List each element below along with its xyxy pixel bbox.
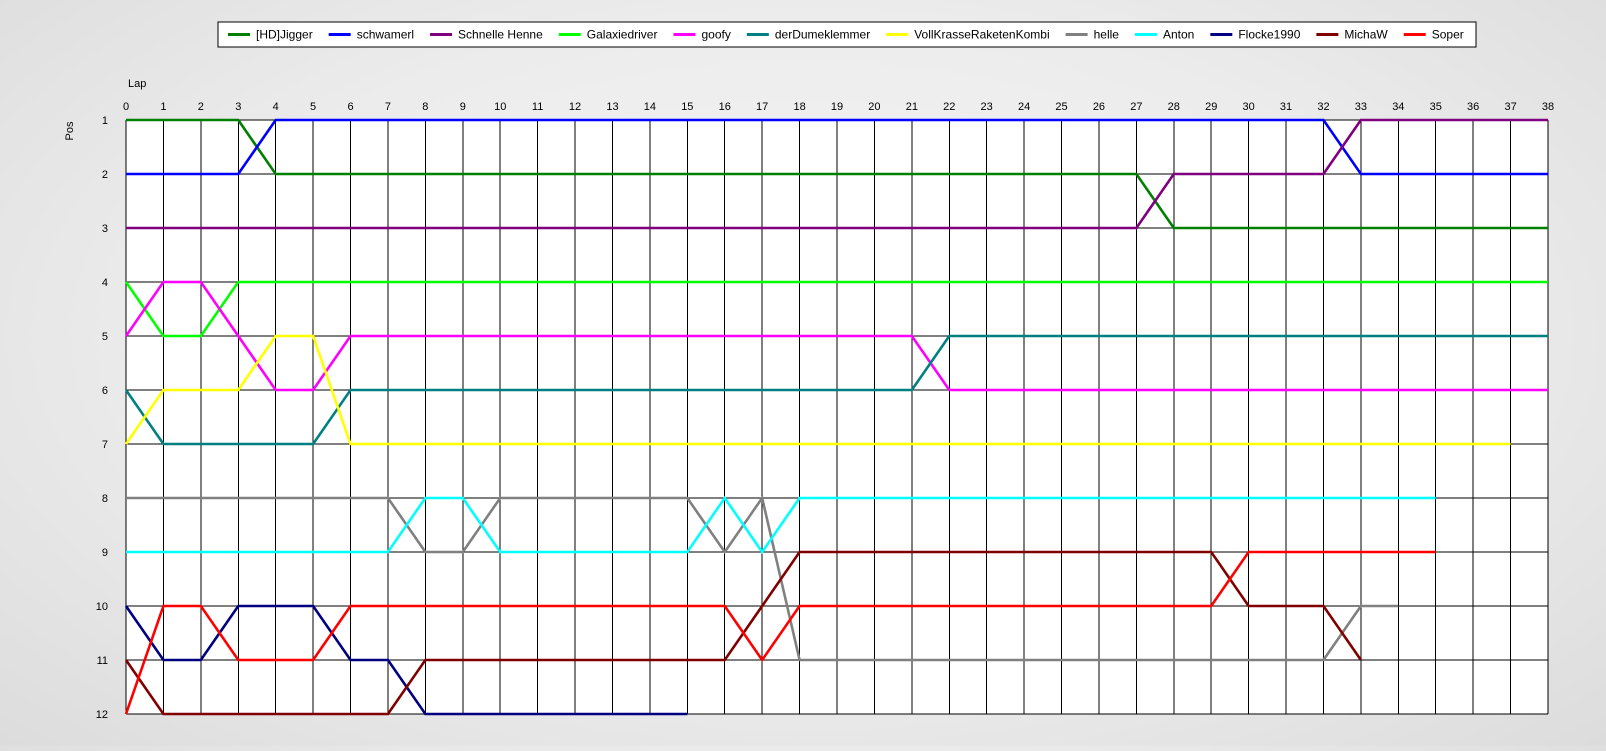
x-tick-label: 10 [494, 101, 506, 113]
x-tick-label: 19 [831, 101, 843, 113]
legend-label-2: Schnelle Henne [458, 28, 543, 42]
x-tick-label: 28 [1168, 101, 1180, 113]
y-tick-label: 9 [102, 547, 108, 559]
x-tick-label: 13 [606, 101, 618, 113]
x-tick-label: 14 [644, 101, 656, 113]
x-tick-label: 16 [719, 101, 731, 113]
x-axis-title: Lap [128, 78, 146, 90]
x-tick-label: 8 [422, 101, 428, 113]
y-tick-label: 7 [102, 439, 108, 451]
x-tick-label: 36 [1467, 101, 1479, 113]
x-tick-label: 15 [681, 101, 693, 113]
x-tick-label: 5 [310, 101, 316, 113]
y-tick-label: 3 [102, 223, 108, 235]
x-tick-label: 11 [532, 101, 543, 113]
chart-canvas: [HD]Jigger schwamerl Schnelle Henne Galaxie… [64, 21, 1554, 721]
x-tick-label: 37 [1504, 101, 1516, 113]
x-tick-label: 23 [981, 101, 993, 113]
x-tick-label: 3 [235, 101, 241, 113]
y-tick-label: 2 [102, 169, 108, 181]
legend-label-0: [HD]Jigger [256, 28, 313, 42]
legend: [HD]Jigger schwamerl Schnelle Henne Galaxie… [217, 21, 1477, 48]
y-tick-label: 1 [102, 115, 108, 127]
y-tick-label: 10 [96, 601, 108, 613]
legend-label-11: Soper [1432, 28, 1464, 42]
legend-label-10: MichaW [1344, 28, 1388, 42]
y-tick-label: 8 [102, 493, 108, 505]
x-tick-label: 22 [943, 101, 955, 113]
x-tick-label: 29 [1205, 101, 1217, 113]
x-tick-label: 32 [1317, 101, 1329, 113]
race-position-chart: [HD]Jigger schwamerl Schnelle Henne Galaxie… [0, 0, 1606, 746]
x-tick-label: 35 [1430, 101, 1442, 113]
x-tick-label: 30 [1243, 101, 1255, 113]
legend-label-9: Flocke1990 [1238, 28, 1300, 42]
x-tick-label: 26 [1093, 101, 1105, 113]
x-tick-label: 18 [793, 101, 805, 113]
x-tick-label: 33 [1355, 101, 1367, 113]
legend-label-1: schwamerl [357, 28, 414, 42]
x-tick-label: 34 [1392, 101, 1404, 113]
y-tick-label: 4 [102, 277, 108, 289]
legend-label-5: derDumeklemmer [775, 28, 870, 42]
x-tick-label: 38 [1542, 101, 1554, 113]
y-tick-label: 12 [96, 709, 108, 721]
y-tick-label: 6 [102, 385, 108, 397]
legend-label-7: helle [1094, 28, 1120, 42]
x-tick-label: 12 [569, 101, 581, 113]
x-tick-label: 21 [906, 101, 918, 113]
x-tick-label: 6 [347, 101, 353, 113]
legend-label-4: goofy [701, 28, 730, 42]
x-tick-label: 31 [1280, 101, 1292, 113]
x-tick-label: 25 [1055, 101, 1067, 113]
x-tick-label: 1 [160, 101, 166, 113]
y-axis-title: Pos [64, 121, 76, 140]
x-tick-label: 17 [756, 101, 768, 113]
y-tick-label: 11 [97, 655, 108, 667]
x-tick-label: 9 [460, 101, 466, 113]
x-tick-label: 24 [1018, 101, 1030, 113]
x-tick-label: 7 [385, 101, 391, 113]
x-tick-label: 2 [198, 101, 204, 113]
x-tick-label: 4 [273, 101, 279, 113]
x-tick-label: 20 [868, 101, 880, 113]
x-tick-label: 27 [1130, 101, 1142, 113]
x-tick-label: 0 [123, 101, 129, 113]
y-tick-label: 5 [102, 331, 108, 343]
legend-label-8: Anton [1163, 28, 1194, 42]
legend-label-6: VollKrasseRaketenKombi [914, 28, 1049, 42]
legend-label-3: Galaxiedriver [587, 28, 658, 42]
